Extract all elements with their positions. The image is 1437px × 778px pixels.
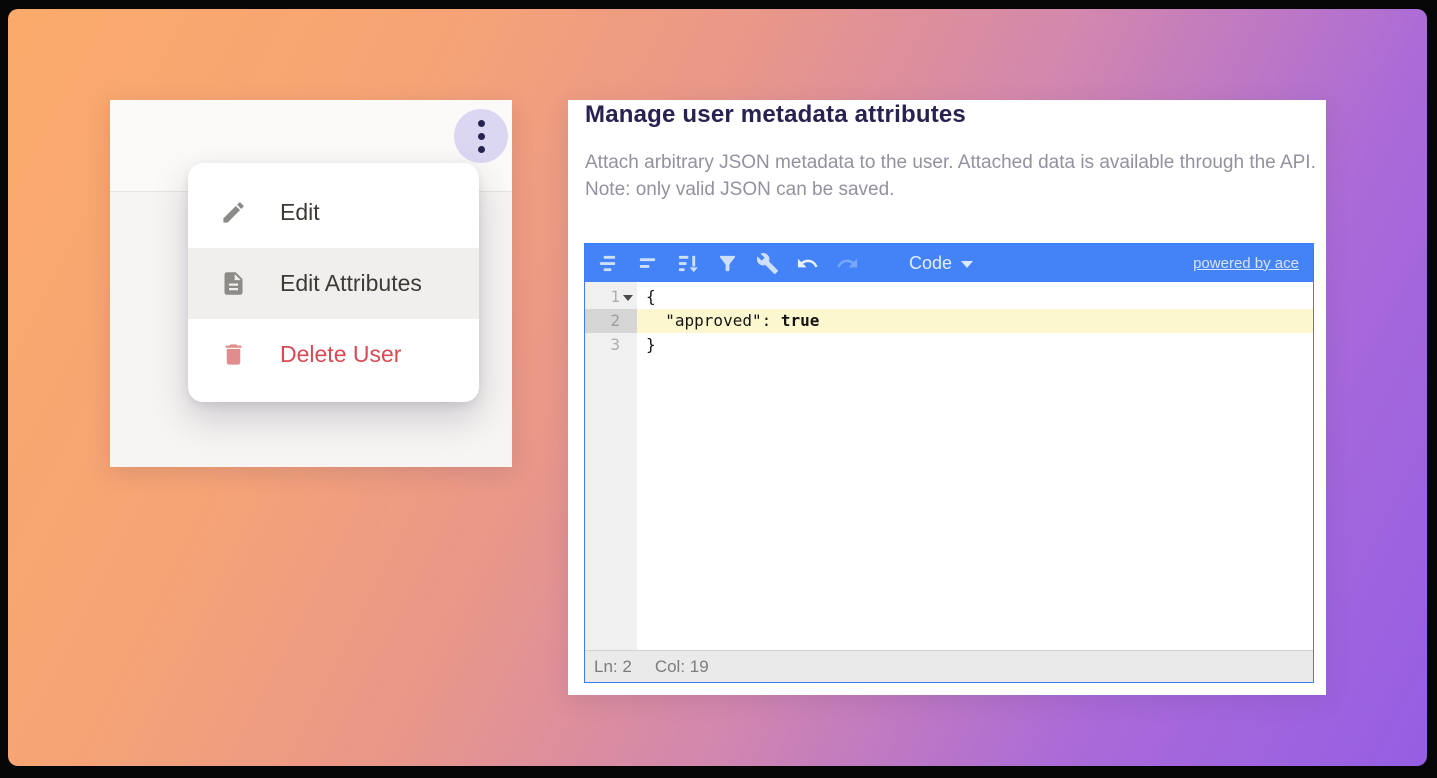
line-number: 1 xyxy=(610,287,620,306)
redo-icon[interactable] xyxy=(836,252,859,275)
menu-item-edit-attributes[interactable]: Edit Attributes xyxy=(188,248,479,319)
gutter-line-2-active: 2 xyxy=(585,309,637,333)
sort-icon[interactable] xyxy=(676,252,699,275)
code-line-3: } xyxy=(637,333,1313,357)
transform-icon[interactable] xyxy=(716,252,739,275)
gutter-line-3: 3 xyxy=(585,333,637,357)
editor-content[interactable]: 1 2 3 { "approved": true } xyxy=(585,282,1313,650)
status-line-indicator: Ln: 2 xyxy=(594,657,632,677)
code-indent xyxy=(646,311,665,330)
json-editor: Code powered by ace 1 2 3 { "app xyxy=(584,243,1314,683)
document-icon xyxy=(220,270,247,297)
undo-icon[interactable] xyxy=(796,252,819,275)
powered-by-ace-link[interactable]: powered by ace xyxy=(1193,255,1299,272)
status-column-indicator: Col: 19 xyxy=(655,657,709,677)
kebab-vertical-icon xyxy=(478,133,485,140)
chevron-down-icon xyxy=(961,261,973,268)
code-line-2-active: "approved": true xyxy=(637,309,1313,333)
repair-icon[interactable] xyxy=(756,252,779,275)
menu-item-label: Delete User xyxy=(280,341,401,368)
description-text: Attach arbitrary JSON metadata to the us… xyxy=(585,149,1325,176)
menu-item-delete-user[interactable]: Delete User xyxy=(188,319,479,390)
code-key-token: "approved" xyxy=(665,311,761,330)
code-separator: : xyxy=(762,311,781,330)
trash-icon xyxy=(220,341,247,368)
line-number: 2 xyxy=(610,311,620,330)
page-title: Manage user metadata attributes xyxy=(585,101,966,129)
compact-icon[interactable] xyxy=(636,252,659,275)
mode-select-dropdown[interactable]: Code xyxy=(909,253,973,274)
fold-icon[interactable] xyxy=(623,295,633,301)
kebab-menu-button[interactable] xyxy=(454,109,508,163)
user-card: Edit Edit Attributes Delete User xyxy=(110,100,512,467)
code-line-1: { xyxy=(637,285,1313,309)
menu-item-edit[interactable]: Edit xyxy=(188,177,479,248)
metadata-panel: Manage user metadata attributes Attach a… xyxy=(568,100,1326,695)
context-menu: Edit Edit Attributes Delete User xyxy=(188,163,479,402)
menu-item-label: Edit xyxy=(280,199,320,226)
code-value-token: true xyxy=(781,311,820,330)
kebab-vertical-icon xyxy=(478,120,485,127)
panel-description: Attach arbitrary JSON metadata to the us… xyxy=(585,149,1325,203)
code-token: { xyxy=(646,287,656,306)
code-token: } xyxy=(646,335,656,354)
menu-item-label: Edit Attributes xyxy=(280,270,422,297)
editor-gutter: 1 2 3 xyxy=(585,282,637,650)
gutter-line-1: 1 xyxy=(585,285,637,309)
format-icon[interactable] xyxy=(596,252,619,275)
mode-select-label: Code xyxy=(909,253,952,274)
editor-status-bar: Ln: 2 Col: 19 xyxy=(585,650,1313,682)
line-number: 3 xyxy=(610,335,620,354)
editor-toolbar: Code powered by ace xyxy=(585,244,1313,282)
note-text: Note: only valid JSON can be saved. xyxy=(585,176,1325,203)
pencil-icon xyxy=(220,199,247,226)
code-area[interactable]: { "approved": true } xyxy=(637,282,1313,650)
kebab-vertical-icon xyxy=(478,146,485,153)
